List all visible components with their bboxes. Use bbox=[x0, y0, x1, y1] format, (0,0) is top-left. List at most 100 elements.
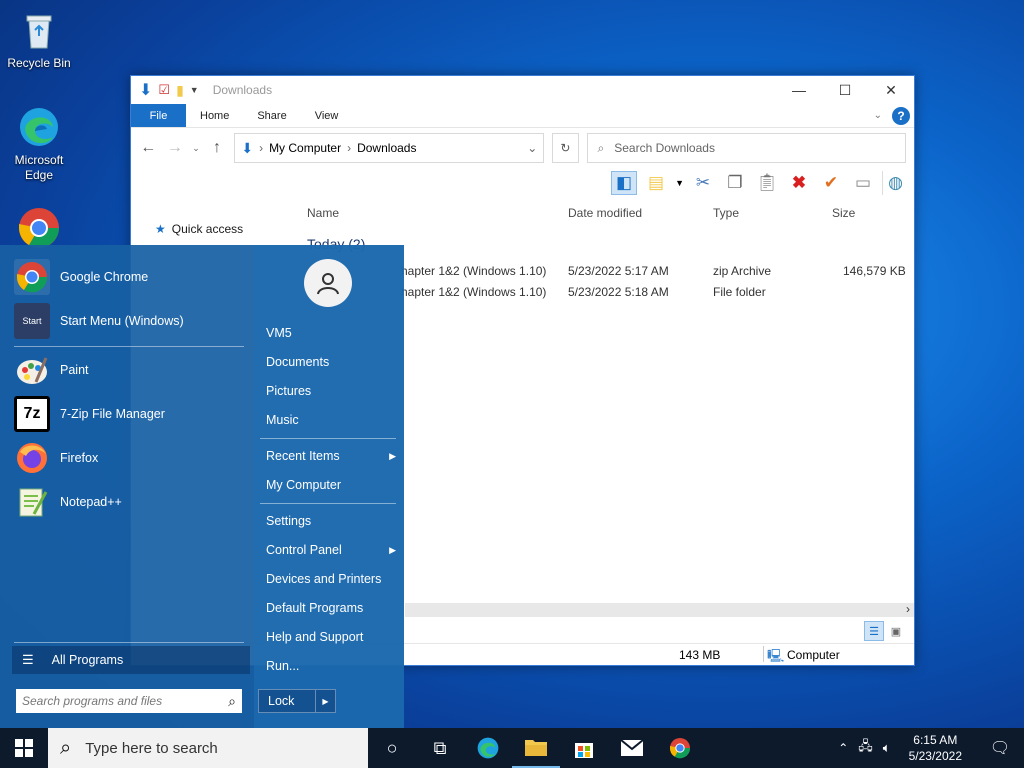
large-icons-view-icon[interactable]: ▣ bbox=[886, 621, 906, 641]
program-7zip[interactable]: 7z 7-Zip File Manager bbox=[14, 395, 246, 433]
menu-item-help-and-support[interactable]: Help and Support bbox=[266, 630, 396, 644]
windows-logo-icon bbox=[15, 739, 33, 757]
action-center-icon[interactable]: 🗨︎ bbox=[980, 738, 1020, 758]
network-icon[interactable]: 🖧︎ bbox=[858, 737, 873, 759]
menu-item-music[interactable]: Music bbox=[266, 413, 396, 427]
breadcrumb-my-computer[interactable]: My Computer bbox=[269, 141, 341, 155]
paste-icon[interactable]: 📋︎ bbox=[754, 171, 780, 195]
menu-item-vm5[interactable]: VM5 bbox=[266, 326, 396, 340]
file-date: 5/23/2022 5:18 AM bbox=[568, 285, 669, 299]
cortana-icon[interactable]: ○ bbox=[368, 728, 416, 768]
tab-home[interactable]: Home bbox=[186, 104, 243, 127]
breadcrumb-downloads[interactable]: Downloads bbox=[357, 141, 416, 155]
start-menu: Google Chrome Start Start Menu (Windows)… bbox=[0, 245, 404, 728]
start-menu-icon: Start bbox=[14, 303, 50, 339]
address-bar[interactable]: ⬇ › My Computer › Downloads ⌄ bbox=[234, 133, 545, 163]
window-title: Downloads bbox=[212, 83, 273, 97]
menu-item-default-programs[interactable]: Default Programs bbox=[266, 601, 396, 615]
tab-share[interactable]: Share bbox=[243, 104, 300, 127]
chrome-icon bbox=[19, 208, 59, 248]
back-button[interactable]: ← bbox=[139, 139, 158, 157]
column-name[interactable]: Name bbox=[307, 206, 339, 220]
menu-item-label: Documents bbox=[266, 355, 330, 369]
all-programs-button[interactable]: ☰ All Programs bbox=[12, 646, 250, 674]
close-button[interactable]: ✕ bbox=[868, 76, 914, 104]
breadcrumb-separator-icon: › bbox=[259, 141, 264, 155]
taskbar-file-explorer-icon[interactable] bbox=[512, 728, 560, 768]
avatar[interactable] bbox=[304, 259, 352, 307]
program-label: 7-Zip File Manager bbox=[60, 407, 165, 421]
menu-item-control-panel[interactable]: Control Panel ▶ bbox=[266, 543, 396, 557]
program-paint[interactable]: Paint bbox=[14, 351, 246, 389]
new-folder-icon[interactable]: ▮ bbox=[176, 82, 184, 99]
scroll-right-icon[interactable]: › bbox=[906, 602, 910, 616]
tab-view[interactable]: View bbox=[301, 104, 353, 127]
chrome-icon bbox=[14, 259, 50, 295]
column-date-modified[interactable]: Date modified bbox=[568, 206, 642, 220]
menu-item-my-computer[interactable]: My Computer bbox=[266, 478, 396, 492]
properties-icon[interactable]: ☑ bbox=[158, 82, 170, 98]
menu-item-recent-items[interactable]: Recent Items ▶ bbox=[266, 449, 396, 463]
minimize-button[interactable]: — bbox=[776, 76, 822, 104]
check-icon[interactable]: ✔ bbox=[818, 171, 844, 195]
program-start-menu[interactable]: Start Start Menu (Windows) bbox=[14, 302, 246, 340]
cut-icon[interactable]: ✂ bbox=[690, 171, 716, 195]
taskbar-mail-icon[interactable] bbox=[608, 728, 656, 768]
delete-icon[interactable]: ✖ bbox=[786, 171, 812, 195]
tab-file[interactable]: File bbox=[131, 104, 186, 127]
forward-button[interactable]: → bbox=[166, 139, 185, 157]
start-search-placeholder: Search programs and files bbox=[22, 694, 163, 708]
lock-options-arrow-icon[interactable]: ▶ bbox=[315, 690, 335, 712]
horizontal-scrollbar[interactable]: › bbox=[405, 602, 914, 617]
program-label: Paint bbox=[60, 363, 89, 377]
notepad-plus-icon bbox=[19, 488, 48, 517]
status-separator bbox=[763, 646, 764, 662]
ribbon-expand-icon[interactable]: ⌄ bbox=[874, 104, 892, 127]
preview-pane-icon[interactable]: ◧ bbox=[611, 171, 638, 195]
details-view-icon[interactable]: ☰ bbox=[864, 621, 884, 641]
maximize-button[interactable]: ☐ bbox=[822, 76, 868, 104]
start-button[interactable] bbox=[0, 728, 48, 768]
help-icon[interactable]: ? bbox=[892, 107, 910, 125]
refresh-button[interactable]: ↻ bbox=[552, 133, 579, 163]
seven-zip-icon: 7z bbox=[14, 396, 50, 432]
program-google-chrome[interactable]: Google Chrome bbox=[14, 258, 246, 296]
taskbar-chrome-icon[interactable] bbox=[656, 728, 704, 768]
clock[interactable]: 6:15 AM 5/23/2022 bbox=[901, 732, 970, 764]
lock-label: Lock bbox=[268, 694, 295, 708]
menu-item-label: Recent Items bbox=[266, 449, 340, 463]
start-search-box[interactable]: Search programs and files ⌕ bbox=[16, 689, 242, 713]
recent-locations-icon[interactable]: ⌄ bbox=[192, 143, 200, 154]
rename-icon[interactable]: ▭ bbox=[850, 171, 876, 195]
search-box[interactable]: ⌕ Search Downloads bbox=[586, 133, 906, 163]
program-notepad-plus-plus[interactable]: Notepad++ bbox=[14, 483, 246, 521]
globe-icon[interactable]: ◍ bbox=[882, 171, 908, 195]
download-arrow-icon: ⬇ bbox=[241, 139, 254, 156]
customize-qat-icon[interactable]: ▼ bbox=[190, 85, 199, 95]
up-button[interactable]: ↑ bbox=[208, 139, 227, 157]
menu-item-settings[interactable]: Settings bbox=[266, 514, 396, 528]
file-date: 5/23/2022 5:17 AM bbox=[568, 264, 669, 278]
address-dropdown-icon[interactable]: ⌄ bbox=[527, 141, 537, 155]
menu-item-devices-and-printers[interactable]: Devices and Printers bbox=[266, 572, 396, 586]
dropdown-icon[interactable]: ▼ bbox=[675, 178, 684, 188]
file-type: File folder bbox=[713, 285, 766, 299]
taskbar-store-icon[interactable] bbox=[560, 728, 608, 768]
menu-item-documents[interactable]: Documents bbox=[266, 355, 396, 369]
lock-button[interactable]: Lock ▶ bbox=[258, 689, 336, 713]
search-icon: ⌕ bbox=[60, 736, 72, 759]
column-type[interactable]: Type bbox=[713, 206, 739, 220]
new-item-icon[interactable]: ▤ bbox=[643, 171, 669, 195]
show-hidden-icons-icon[interactable]: ⌃ bbox=[838, 741, 848, 755]
desktop-icon-edge[interactable]: Microsoft Edge bbox=[3, 105, 75, 183]
desktop-icon-recycle-bin[interactable]: Recycle Bin bbox=[3, 8, 75, 71]
program-firefox[interactable]: Firefox bbox=[14, 439, 246, 477]
taskbar-search-box[interactable]: ⌕ Type here to search bbox=[48, 728, 368, 768]
menu-item-pictures[interactable]: Pictures bbox=[266, 384, 396, 398]
column-size[interactable]: Size bbox=[832, 206, 855, 220]
volume-icon[interactable]: 🔈︎ bbox=[883, 740, 891, 756]
task-view-icon[interactable]: ⧉ bbox=[416, 728, 464, 768]
taskbar-edge-icon[interactable] bbox=[464, 728, 512, 768]
copy-icon[interactable]: ❐ bbox=[722, 171, 748, 195]
menu-item-run[interactable]: Run... bbox=[266, 659, 396, 673]
